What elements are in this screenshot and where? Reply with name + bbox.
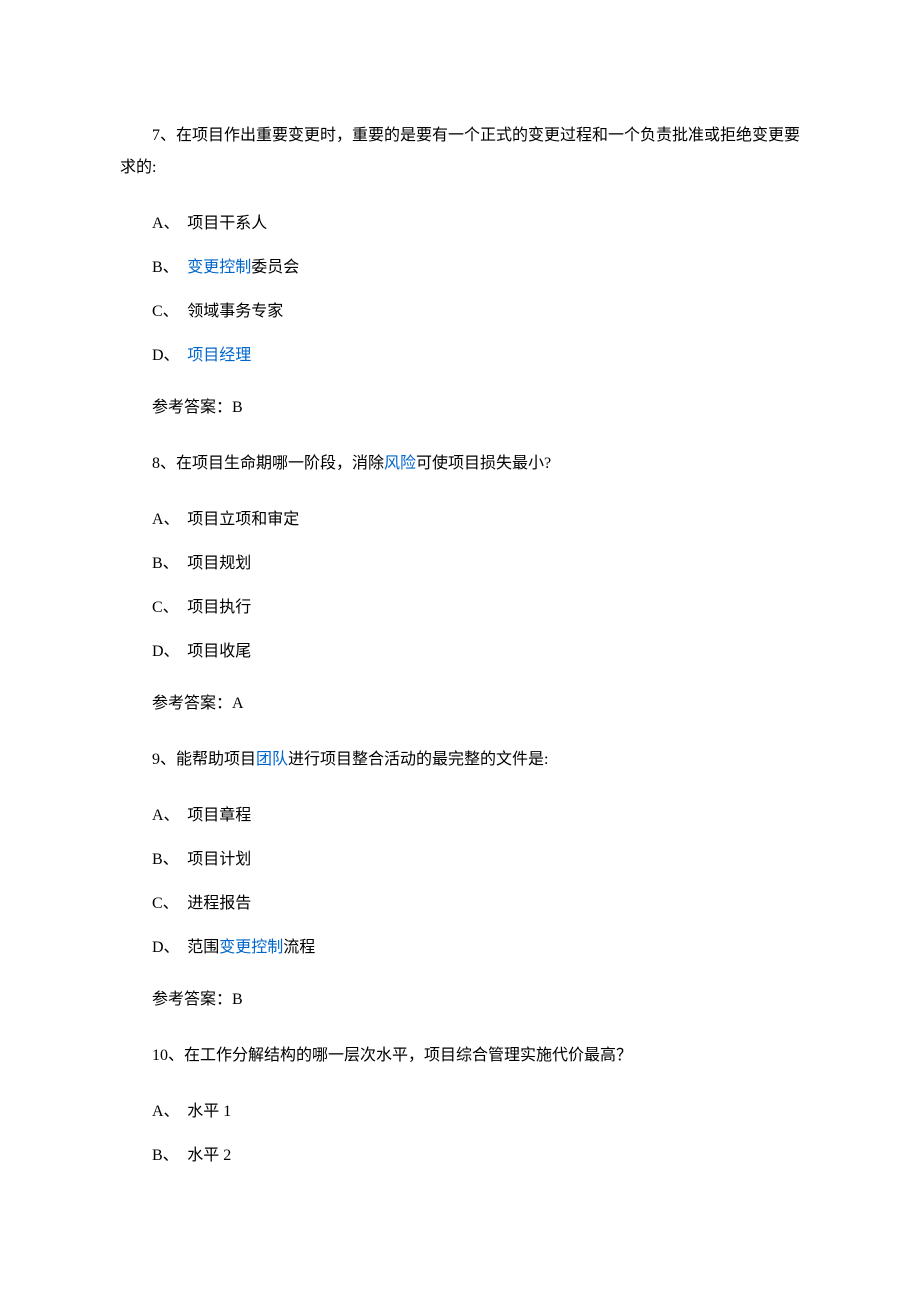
option-letter: D、 — [152, 640, 187, 664]
option-letter: D、 — [152, 344, 187, 368]
q8-text-after: 可使项目损失最小? — [416, 455, 551, 472]
q9-text-after: 进行项目整合活动的最完整的文件是: — [288, 751, 548, 768]
option-letter: B、 — [152, 256, 187, 280]
q9-option-b: B、项目计划 — [120, 848, 800, 872]
option-letter: B、 — [152, 552, 187, 576]
q8-text-before: 8、在项目生命期哪一阶段，消除 — [152, 455, 384, 472]
option-text: 水平 1 — [187, 1103, 231, 1120]
q9-option-c: C、进程报告 — [120, 892, 800, 916]
option-letter: C、 — [152, 596, 187, 620]
q10-option-a: A、水平 1 — [120, 1100, 800, 1124]
option-text: 范围 — [187, 939, 219, 956]
option-letter: A、 — [152, 1100, 187, 1124]
option-letter: D、 — [152, 936, 187, 960]
q7-option-b: B、变更控制委员会 — [120, 256, 800, 280]
q8-option-d: D、项目收尾 — [120, 640, 800, 664]
option-text: 项目规划 — [187, 555, 251, 572]
q8-answer: 参考答案：A — [120, 692, 800, 716]
option-letter: A、 — [152, 804, 187, 828]
option-text: 项目章程 — [187, 807, 251, 824]
q10-text: 10、在工作分解结构的哪一层次水平，项目综合管理实施代价最高？ — [120, 1040, 800, 1072]
q9-answer: 参考答案：B — [120, 988, 800, 1012]
option-text: 进程报告 — [187, 895, 251, 912]
link-risk[interactable]: 风险 — [384, 455, 416, 472]
document-page: 7、在项目作出重要变更时，重要的是要有一个正式的变更过程和一个负责批准或拒绝变更… — [0, 0, 920, 1288]
option-letter: C、 — [152, 892, 187, 916]
option-letter: B、 — [152, 848, 187, 872]
option-text: 委员会 — [251, 259, 299, 276]
option-text: 水平 2 — [187, 1147, 231, 1164]
link-team[interactable]: 团队 — [256, 751, 288, 768]
option-text: 项目执行 — [187, 599, 251, 616]
q8-text: 8、在项目生命期哪一阶段，消除风险可使项目损失最小? — [120, 448, 800, 480]
option-letter: C、 — [152, 300, 187, 324]
option-text: 项目立项和审定 — [187, 511, 299, 528]
option-letter: A、 — [152, 508, 187, 532]
option-text: 流程 — [283, 939, 315, 956]
q9-option-a: A、项目章程 — [120, 804, 800, 828]
q7-text: 7、在项目作出重要变更时，重要的是要有一个正式的变更过程和一个负责批准或拒绝变更… — [120, 120, 800, 184]
q7-option-a: A、项目干系人 — [120, 212, 800, 236]
option-letter: B、 — [152, 1144, 187, 1168]
option-text: 项目收尾 — [187, 643, 251, 660]
q8-option-b: B、项目规划 — [120, 552, 800, 576]
q10-option-b: B、水平 2 — [120, 1144, 800, 1168]
link-change-control[interactable]: 变更控制 — [187, 259, 251, 276]
q9-text-before: 9、能帮助项目 — [152, 751, 256, 768]
option-text: 项目干系人 — [187, 215, 267, 232]
q7-option-d: D、项目经理 — [120, 344, 800, 368]
q9-option-d: D、范围变更控制流程 — [120, 936, 800, 960]
link-project-manager[interactable]: 项目经理 — [187, 347, 251, 364]
option-text: 项目计划 — [187, 851, 251, 868]
option-letter: A、 — [152, 212, 187, 236]
q8-option-a: A、项目立项和审定 — [120, 508, 800, 532]
option-text: 领域事务专家 — [187, 303, 283, 320]
q7-answer: 参考答案：B — [120, 396, 800, 420]
q9-text: 9、能帮助项目团队进行项目整合活动的最完整的文件是: — [120, 744, 800, 776]
q8-option-c: C、项目执行 — [120, 596, 800, 620]
link-change-control-2[interactable]: 变更控制 — [219, 939, 283, 956]
q7-option-c: C、领域事务专家 — [120, 300, 800, 324]
